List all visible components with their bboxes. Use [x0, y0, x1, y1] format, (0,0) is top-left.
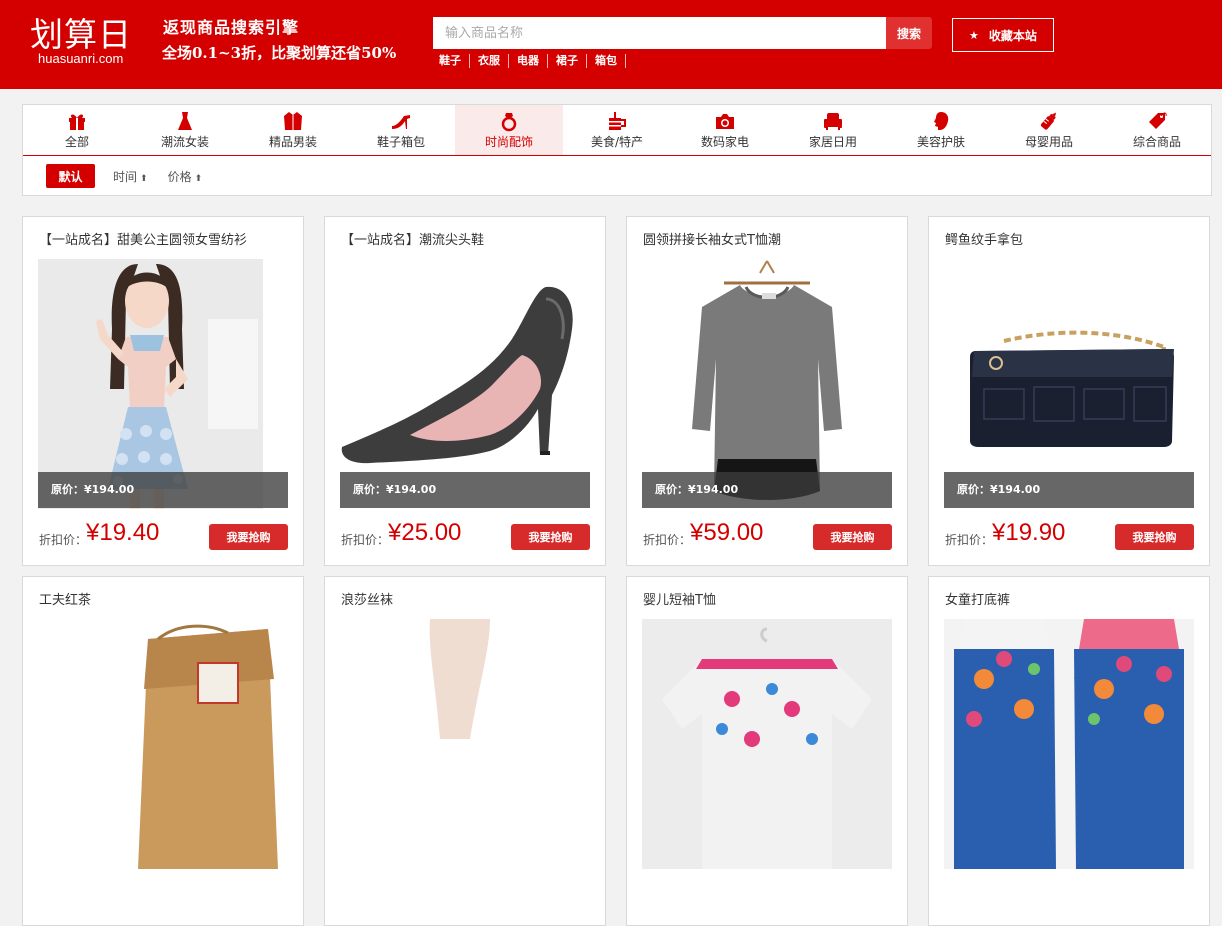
gift-icon: [23, 110, 131, 134]
original-price-bar: 原价：¥194.00: [38, 472, 288, 508]
search-button[interactable]: 搜索: [886, 17, 932, 49]
buy-now-button[interactable]: 我要抢购: [209, 524, 288, 550]
category-beauty[interactable]: 美容护肤: [887, 105, 995, 155]
product-image[interactable]: [340, 619, 590, 869]
category-baby[interactable]: 母婴用品: [995, 105, 1103, 155]
category-accessories[interactable]: 时尚配饰: [455, 105, 563, 155]
hot-search-words: 鞋子 衣服 电器 裙子 箱包: [439, 54, 634, 68]
search-input[interactable]: [433, 17, 886, 49]
category-men[interactable]: 精品男装: [239, 105, 347, 155]
category-women[interactable]: 潮流女装: [131, 105, 239, 155]
category-label: 母婴用品: [1024, 135, 1073, 149]
category-label: 家居日用: [808, 135, 857, 149]
product-card[interactable]: 【一站成名】甜美公主圆领女雪纺衫 原价：¥194.00 折扣价： ¥19.40 …: [22, 216, 304, 566]
discount-price: ¥19.90: [992, 519, 1066, 546]
tag-icon: [1103, 110, 1211, 134]
buy-now-button[interactable]: 我要抢购: [511, 524, 590, 550]
baby-bottle-icon: [995, 110, 1103, 134]
hot-word-link[interactable]: 电器: [517, 54, 548, 68]
hot-word-link[interactable]: 裙子: [556, 54, 587, 68]
sort-bar: 默认 时间 ⬆ 价格 ⬆: [46, 164, 202, 188]
slogan-subtitle: 全场0.1~3折，比聚划算还省50%: [162, 44, 397, 62]
product-card[interactable]: 圆领拼接长袖女式T恤潮 原价：¥194.00 折扣价： ¥59.00 我要抢购: [626, 216, 908, 566]
buy-now-button[interactable]: 我要抢购: [1115, 524, 1194, 550]
category-nav-panel: 全部 潮流女装 精品男装 鞋子箱包 时尚配饰 美食/特产 数码家电 家居日用 美…: [22, 104, 1212, 196]
category-label: 全部: [64, 135, 89, 149]
category-bar: 全部 潮流女装 精品男装 鞋子箱包 时尚配饰 美食/特产 数码家电 家居日用 美…: [23, 105, 1211, 156]
product-title[interactable]: 工夫红茶: [39, 589, 91, 608]
star-icon: ★: [969, 28, 979, 42]
sort-time-label: 时间: [113, 169, 138, 184]
discount-price: ¥59.00: [690, 519, 764, 546]
armchair-icon: [779, 110, 887, 134]
face-icon: [887, 110, 995, 134]
product-title[interactable]: 女童打底裤: [945, 589, 1010, 608]
hot-word-link[interactable]: 衣服: [478, 54, 509, 68]
discount-label: 折扣价：: [39, 533, 88, 547]
product-image[interactable]: [642, 619, 892, 869]
discount-label: 折扣价：: [341, 533, 390, 547]
product-card[interactable]: 工夫红茶: [22, 576, 304, 926]
sort-price-label: 价格: [167, 169, 192, 184]
site-header: 划算日 huasuanri.com 返现商品搜索引擎 全场0.1~3折，比聚划算…: [0, 0, 1222, 89]
ring-icon: [455, 110, 563, 134]
high-heel-icon: [347, 110, 455, 134]
category-food[interactable]: 美食/特产: [563, 105, 671, 155]
product-card[interactable]: 浪莎丝袜: [324, 576, 606, 926]
category-label: 鞋子箱包: [376, 135, 425, 149]
buy-now-button[interactable]: 我要抢购: [813, 524, 892, 550]
arrow-up-icon: ⬆: [140, 173, 148, 184]
original-price-bar: 原价：¥194.00: [944, 472, 1194, 508]
product-title[interactable]: 【一站成名】甜美公主圆领女雪纺衫: [39, 229, 247, 248]
logo[interactable]: 划算日: [30, 8, 132, 56]
jacket-icon: [239, 110, 347, 134]
dress-icon: [131, 110, 239, 134]
category-label: 潮流女装: [160, 135, 209, 149]
category-label: 综合商品: [1132, 135, 1181, 149]
sort-by-price[interactable]: 价格 ⬆: [168, 168, 203, 185]
arrow-up-icon: ⬆: [194, 173, 203, 184]
product-card[interactable]: 鳄鱼纹手拿包 原价：¥194.00 折扣价： ¥19.90 我要抢购: [928, 216, 1210, 566]
product-title[interactable]: 浪莎丝袜: [341, 589, 393, 608]
product-title[interactable]: 圆领拼接长袖女式T恤潮: [643, 229, 781, 248]
product-title[interactable]: 鳄鱼纹手拿包: [945, 229, 1023, 248]
discount-price: ¥25.00: [388, 519, 462, 546]
bookmark-site-button[interactable]: ★ 收藏本站: [952, 18, 1054, 52]
bookmark-label: 收藏本站: [988, 28, 1037, 43]
original-price-bar: 原价：¥194.00: [340, 472, 590, 508]
category-shoes-bags[interactable]: 鞋子箱包: [347, 105, 455, 155]
original-price-bar: 原价：¥194.00: [642, 472, 892, 508]
sort-default-button[interactable]: 默认: [46, 164, 95, 188]
category-home[interactable]: 家居日用: [779, 105, 887, 155]
discount-label: 折扣价：: [945, 533, 994, 547]
product-card[interactable]: 婴儿短袖T恤: [626, 576, 908, 926]
drink-icon: [563, 110, 671, 134]
product-card[interactable]: 【一站成名】潮流尖头鞋 原价：¥194.00 折扣价： ¥25.00 我要抢购: [324, 216, 606, 566]
slogan-title: 返现商品搜索引擎: [163, 18, 300, 37]
category-label: 美容护肤: [916, 135, 965, 149]
product-image[interactable]: [38, 619, 288, 869]
discount-price: ¥19.40: [86, 519, 160, 546]
product-card[interactable]: 女童打底裤: [928, 576, 1210, 926]
sort-by-time[interactable]: 时间 ⬆: [113, 168, 148, 185]
category-label: 美食/特产: [590, 135, 644, 149]
discount-label: 折扣价：: [643, 533, 692, 547]
logo-domain[interactable]: huasuanri.com: [38, 51, 123, 66]
product-title[interactable]: 【一站成名】潮流尖头鞋: [341, 229, 484, 248]
category-digital[interactable]: 数码家电: [671, 105, 779, 155]
product-title[interactable]: 婴儿短袖T恤: [643, 589, 716, 608]
category-general[interactable]: 综合商品: [1103, 105, 1211, 155]
product-image[interactable]: [944, 619, 1194, 869]
category-label: 时尚配饰: [484, 135, 533, 149]
category-label: 精品男装: [268, 135, 317, 149]
hot-word-link[interactable]: 箱包: [595, 54, 626, 68]
camera-icon: [671, 110, 779, 134]
hot-word-link[interactable]: 鞋子: [439, 54, 470, 68]
category-label: 数码家电: [700, 135, 749, 149]
category-all[interactable]: 全部: [23, 105, 131, 155]
